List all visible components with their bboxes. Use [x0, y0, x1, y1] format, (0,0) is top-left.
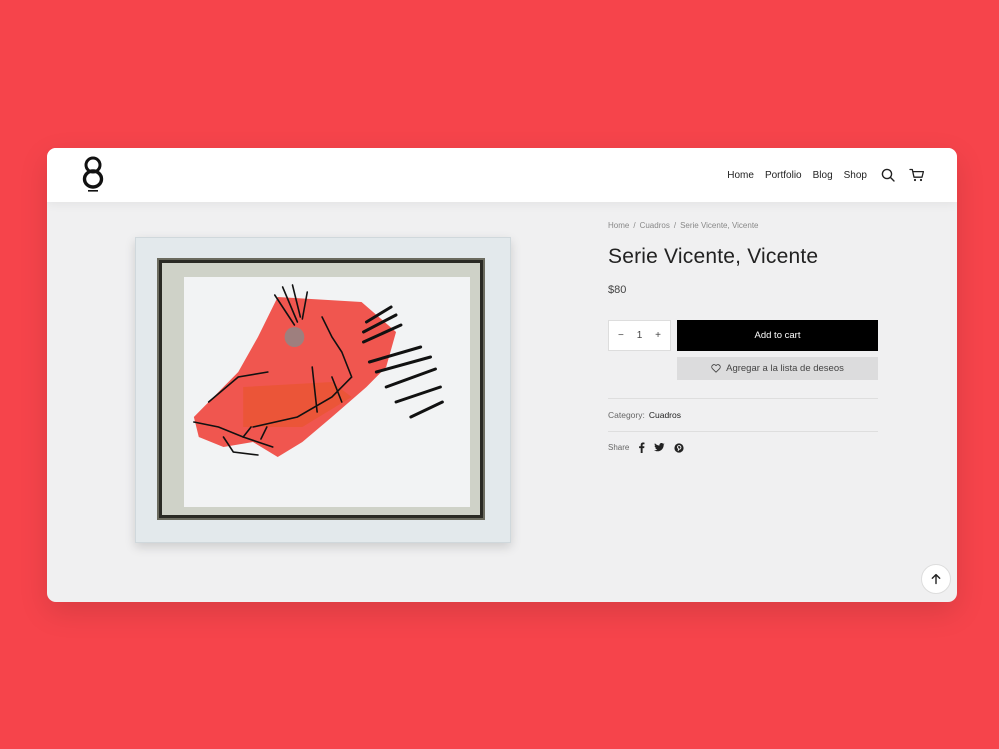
breadcrumb-separator: /	[673, 221, 677, 230]
product-details: Home / Cuadros / Serie Vicente, Vicente Seri…	[608, 221, 878, 453]
nav-blog[interactable]: Blog	[813, 170, 833, 181]
breadcrumb-home[interactable]: Home	[608, 221, 629, 230]
arrow-up-icon	[931, 573, 941, 585]
wishlist-label: Agregar a la lista de deseos	[726, 363, 844, 374]
page-card: Home Portfolio Blog Shop Home / Cuadros …	[47, 148, 957, 602]
wishlist-button[interactable]: Agregar a la lista de deseos	[677, 357, 878, 380]
category-label: Category:	[608, 410, 645, 420]
breadcrumb-separator: /	[633, 221, 636, 230]
breadcrumb-current: Serie Vicente, Vicente	[680, 221, 759, 230]
quantity-stepper: − 1 +	[608, 320, 671, 351]
frame-bevel	[162, 263, 480, 515]
cart-icon[interactable]	[909, 168, 925, 182]
nav-shop[interactable]: Shop	[844, 170, 867, 181]
qty-value-input[interactable]: 1	[637, 330, 643, 341]
divider	[608, 431, 878, 432]
frame-inner	[157, 258, 485, 520]
qty-increase-button[interactable]: +	[655, 330, 661, 341]
category-link[interactable]: Cuadros	[649, 410, 681, 420]
add-to-cart-button[interactable]: Add to cart	[677, 320, 878, 351]
scroll-to-top-button[interactable]	[921, 564, 951, 594]
site-header: Home Portfolio Blog Shop	[47, 148, 957, 202]
share-row: Share	[608, 442, 878, 453]
cart-actions: Add to cart Agregar a la lista de deseos	[677, 320, 878, 380]
pinterest-icon[interactable]	[674, 442, 684, 453]
heart-icon	[711, 364, 721, 373]
artwork-paper	[184, 277, 470, 507]
breadcrumb-category[interactable]: Cuadros	[640, 221, 670, 230]
share-label: Share	[608, 443, 630, 452]
twitter-icon[interactable]	[654, 443, 666, 452]
search-icon[interactable]	[881, 168, 895, 182]
product-title: Serie Vicente, Vicente	[608, 245, 819, 268]
qty-decrease-button[interactable]: −	[618, 330, 624, 341]
product-price: $80	[608, 284, 627, 296]
add-to-cart-row: − 1 + Add to cart Agregar a la lista de …	[608, 320, 878, 380]
nav-home[interactable]: Home	[727, 170, 754, 181]
product-image[interactable]	[135, 237, 511, 543]
product-category: Category: Cuadros	[608, 399, 878, 431]
nav-portfolio[interactable]: Portfolio	[765, 170, 802, 181]
breadcrumb: Home / Cuadros / Serie Vicente, Vicente	[608, 221, 878, 230]
facebook-icon[interactable]	[638, 442, 645, 453]
main-nav: Home Portfolio Blog Shop	[716, 148, 925, 202]
artwork-sketch	[193, 284, 444, 457]
logo-icon[interactable]	[80, 156, 106, 194]
